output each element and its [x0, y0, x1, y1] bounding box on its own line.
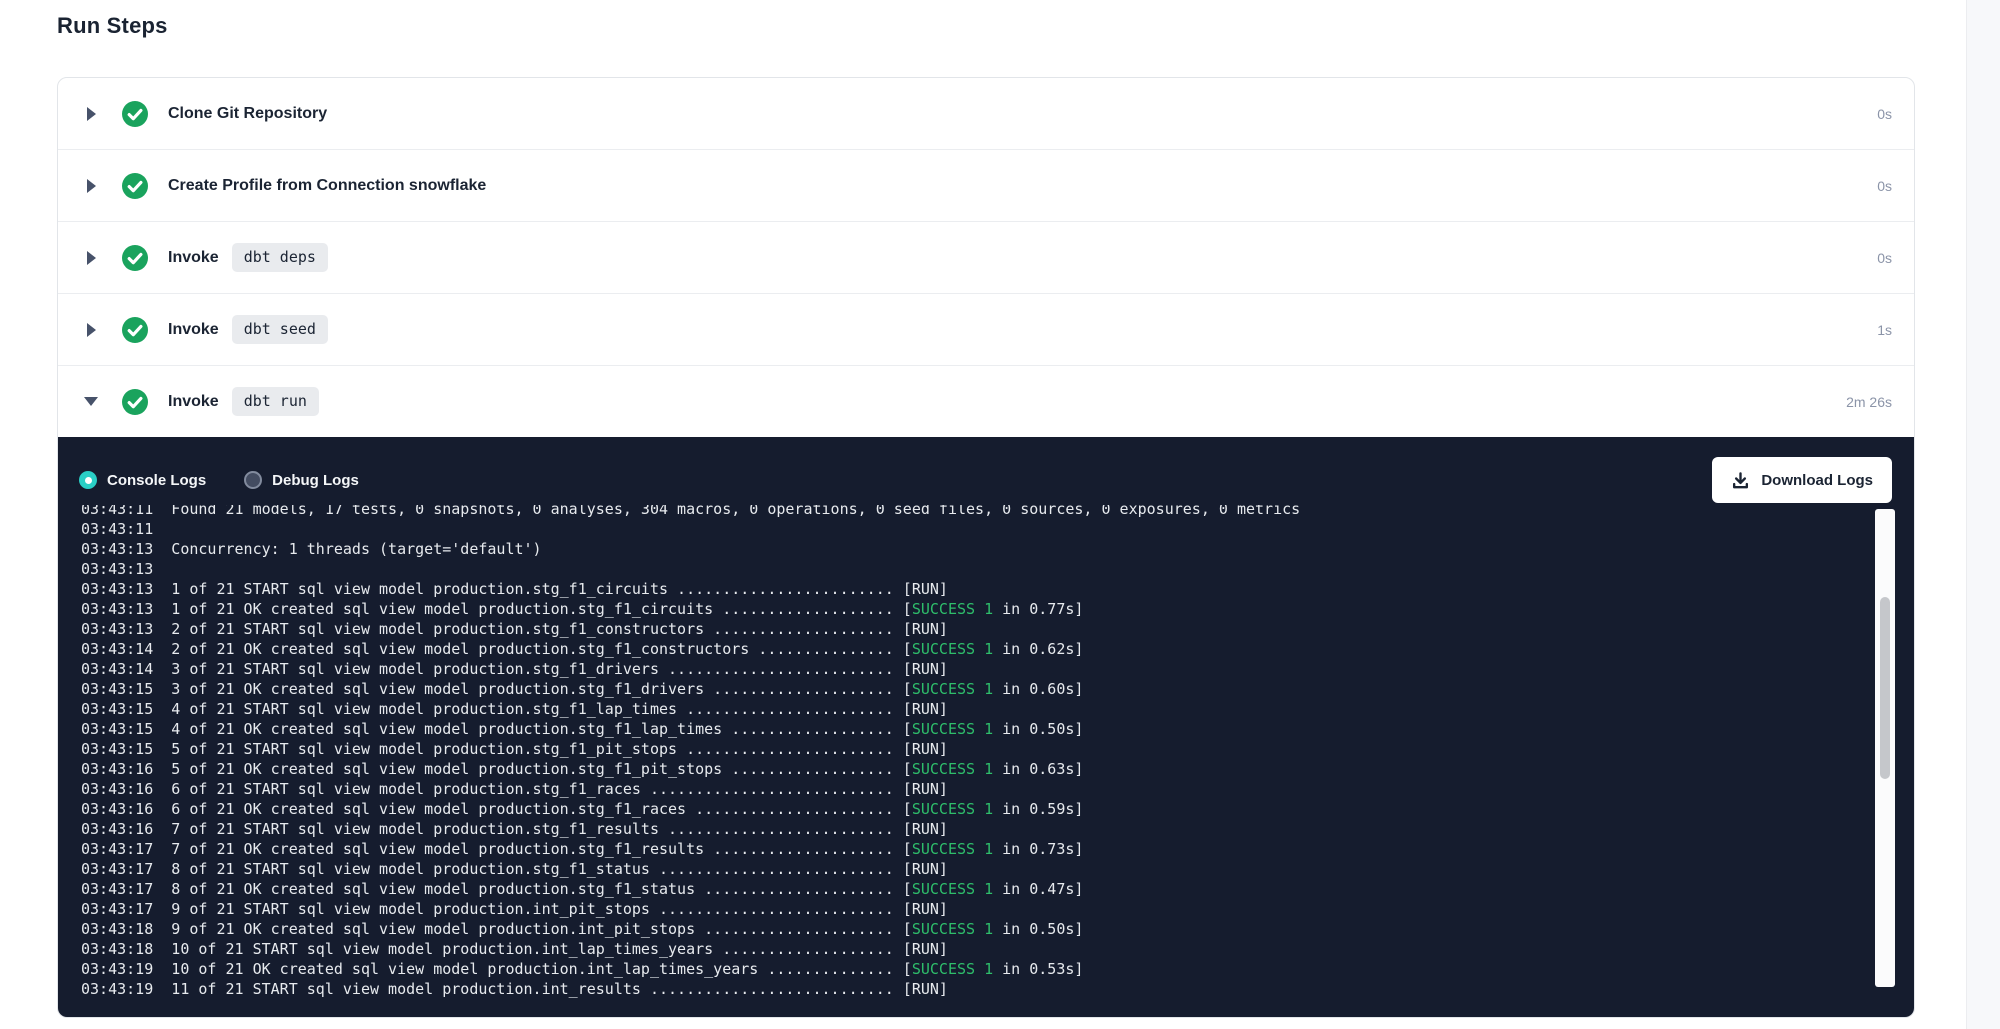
- success-check-icon: [122, 317, 148, 343]
- log-line: 03:43:17 8 of 21 OK created sql view mod…: [81, 879, 1914, 899]
- radio-label: Debug Logs: [272, 472, 359, 489]
- success-check-icon: [122, 101, 148, 127]
- log-line: 03:43:15 4 of 21 START sql view model pr…: [81, 699, 1914, 719]
- step-duration: 0s: [1877, 106, 1892, 122]
- expand-caret-icon[interactable]: [84, 107, 98, 121]
- log-line: 03:43:16 6 of 21 START sql view model pr…: [81, 779, 1914, 799]
- run-steps-card: Clone Git Repository 0s Create Profile f…: [57, 77, 1915, 1018]
- step-row-3[interactable]: Invoke dbt deps 0s: [58, 221, 1914, 293]
- log-lines: 03:43:11 Found 21 models, 17 tests, 0 sn…: [81, 505, 1914, 999]
- success-check-icon: [122, 389, 148, 415]
- step-duration: 0s: [1877, 250, 1892, 266]
- radio-debug-logs[interactable]: Debug Logs: [244, 471, 359, 489]
- log-line: 03:43:17 8 of 21 START sql view model pr…: [81, 859, 1914, 879]
- log-line: 03:43:13 1 of 21 START sql view model pr…: [81, 579, 1914, 599]
- console-panel: Console Logs Debug Logs Download Logs 03…: [58, 437, 1914, 1017]
- step-row-5[interactable]: Invoke dbt run 2m 26s: [58, 365, 1914, 437]
- log-scrollbar-thumb[interactable]: [1880, 597, 1890, 779]
- steps-rows: Clone Git Repository 0s Create Profile f…: [58, 78, 1914, 437]
- log-line: 03:43:18 9 of 21 OK created sql view mod…: [81, 919, 1914, 939]
- step-row-4[interactable]: Invoke dbt seed 1s: [58, 293, 1914, 365]
- download-logs-label: Download Logs: [1761, 472, 1873, 489]
- step-title: Invoke: [168, 393, 219, 411]
- expand-caret-icon[interactable]: [84, 179, 98, 193]
- step-command-badge: dbt seed: [232, 315, 328, 344]
- download-icon: [1731, 471, 1750, 490]
- step-duration: 0s: [1877, 178, 1892, 194]
- success-check-icon: [122, 173, 148, 199]
- log-line: 03:43:16 6 of 21 OK created sql view mod…: [81, 799, 1914, 819]
- log-line: 03:43:13 2 of 21 START sql view model pr…: [81, 619, 1914, 639]
- log-view-toggle: Console Logs Debug Logs: [79, 471, 359, 489]
- log-line: 03:43:18 10 of 21 START sql view model p…: [81, 939, 1914, 959]
- expand-caret-icon[interactable]: [84, 397, 98, 406]
- log-line: 03:43:17 7 of 21 OK created sql view mod…: [81, 839, 1914, 859]
- log-line: 03:43:11 Found 21 models, 17 tests, 0 sn…: [81, 505, 1914, 519]
- log-line: 03:43:15 5 of 21 START sql view model pr…: [81, 739, 1914, 759]
- radio-label: Console Logs: [107, 472, 206, 489]
- log-line: 03:43:13: [81, 559, 1914, 579]
- step-title: Clone Git Repository: [168, 105, 327, 123]
- log-line: 03:43:14 3 of 21 START sql view model pr…: [81, 659, 1914, 679]
- expand-caret-icon[interactable]: [84, 251, 98, 265]
- log-scrollbar-track[interactable]: [1875, 509, 1895, 987]
- console-log-output[interactable]: 03:43:11 Found 21 models, 17 tests, 0 sn…: [58, 505, 1914, 1004]
- right-gutter: [1966, 0, 2000, 1029]
- radio-icon[interactable]: [244, 471, 262, 489]
- step-command-badge: dbt deps: [232, 243, 328, 272]
- log-line: 03:43:19 11 of 21 START sql view model p…: [81, 979, 1914, 999]
- log-line: 03:43:13 1 of 21 OK created sql view mod…: [81, 599, 1914, 619]
- radio-icon[interactable]: [79, 471, 97, 489]
- log-line: 03:43:14 2 of 21 OK created sql view mod…: [81, 639, 1914, 659]
- step-title: Invoke: [168, 249, 219, 267]
- log-line: 03:43:17 9 of 21 START sql view model pr…: [81, 899, 1914, 919]
- log-line: 03:43:19 10 of 21 OK created sql view mo…: [81, 959, 1914, 979]
- log-line: 03:43:15 3 of 21 OK created sql view mod…: [81, 679, 1914, 699]
- step-row-1[interactable]: Clone Git Repository 0s: [58, 78, 1914, 149]
- page-title: Run Steps: [57, 13, 168, 39]
- step-duration: 1s: [1877, 322, 1892, 338]
- log-line: 03:43:13 Concurrency: 1 threads (target=…: [81, 539, 1914, 559]
- log-line: 03:43:16 5 of 21 OK created sql view mod…: [81, 759, 1914, 779]
- log-line: 03:43:16 7 of 21 START sql view model pr…: [81, 819, 1914, 839]
- step-title: Invoke: [168, 321, 219, 339]
- radio-console-logs[interactable]: Console Logs: [79, 471, 206, 489]
- step-row-2[interactable]: Create Profile from Connection snowflake…: [58, 149, 1914, 221]
- download-logs-button[interactable]: Download Logs: [1712, 457, 1892, 503]
- success-check-icon: [122, 245, 148, 271]
- log-line: 03:43:11: [81, 519, 1914, 539]
- log-line: 03:43:15 4 of 21 OK created sql view mod…: [81, 719, 1914, 739]
- expand-caret-icon[interactable]: [84, 323, 98, 337]
- step-duration: 2m 26s: [1846, 394, 1892, 410]
- step-title: Create Profile from Connection snowflake: [168, 177, 486, 195]
- step-command-badge: dbt run: [232, 387, 319, 416]
